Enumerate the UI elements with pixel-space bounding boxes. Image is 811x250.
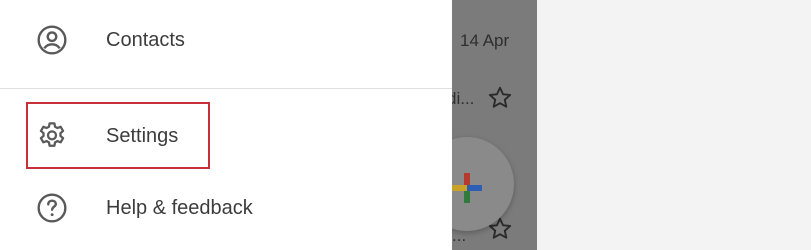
screen: 14 Apr di... ... Contacts Settings Help … — [0, 0, 811, 250]
star-icon[interactable] — [486, 84, 514, 112]
mail-date: 14 Apr — [460, 31, 510, 50]
drawer-item-label: Settings — [106, 124, 179, 147]
help-circle-icon — [36, 192, 68, 224]
plus-compose-icon — [452, 173, 482, 203]
drawer-item-contacts[interactable]: Contacts — [0, 10, 452, 70]
gear-icon — [36, 120, 68, 152]
account-circle-icon — [36, 24, 68, 56]
drawer-item-help-feedback[interactable]: Help & feedback — [0, 178, 452, 238]
drawer-item-settings[interactable]: Settings — [0, 106, 452, 166]
navigation-drawer: Contacts Settings Help & feedback — [0, 0, 452, 250]
background-area — [537, 0, 811, 250]
divider — [0, 88, 452, 89]
drawer-item-label: Help & feedback — [106, 196, 253, 219]
drawer-item-label: Contacts — [106, 28, 185, 51]
